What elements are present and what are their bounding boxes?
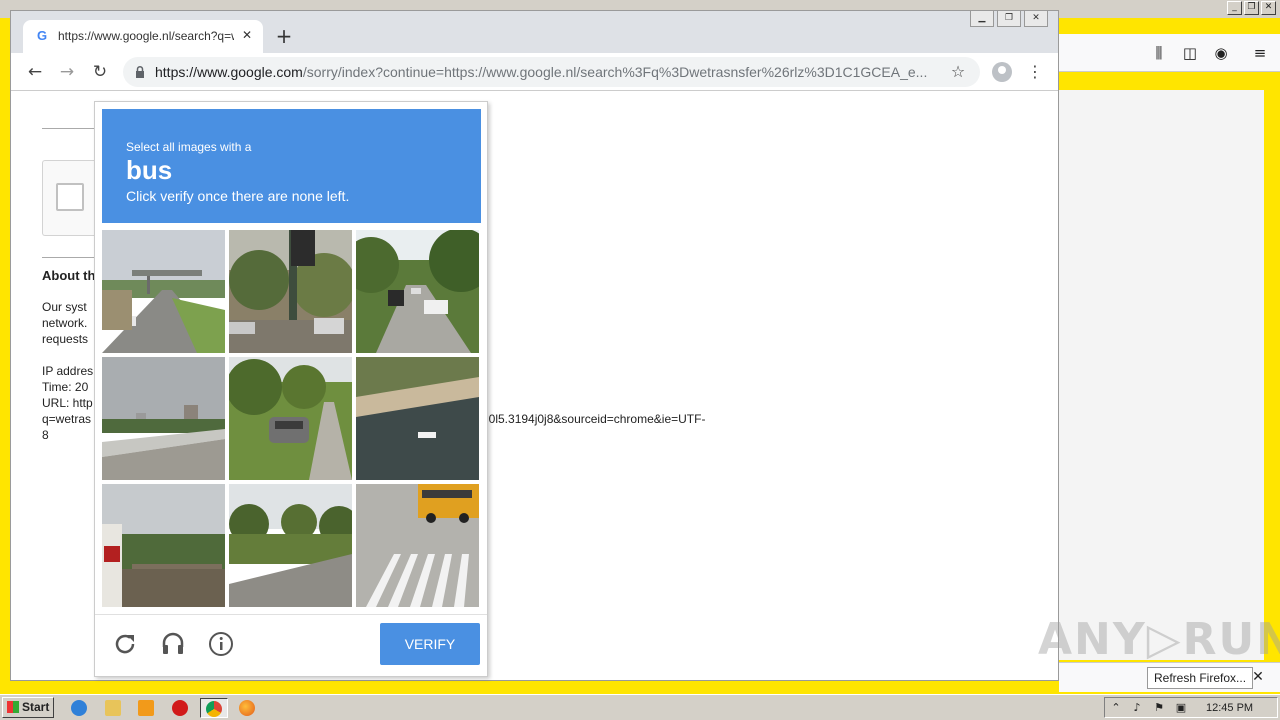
hamburger-menu-icon[interactable]: ≡ xyxy=(1250,43,1270,63)
url-host: https://www.google.com xyxy=(155,64,303,80)
lock-icon xyxy=(136,65,144,78)
new-tab-button[interactable]: + xyxy=(273,25,295,47)
restore-icon[interactable]: ❐ xyxy=(997,11,1021,27)
profile-avatar-icon[interactable] xyxy=(992,62,1012,82)
start-label: Start xyxy=(22,700,50,714)
minimize-icon[interactable]: _ xyxy=(1227,1,1242,15)
divider xyxy=(42,128,102,129)
explorer-icon[interactable] xyxy=(102,698,124,718)
challenge-select-text: Select all images with a xyxy=(126,140,252,154)
url-query-line: q=wetras xyxy=(42,412,92,426)
firefox-content xyxy=(1059,90,1264,660)
image-tile[interactable] xyxy=(356,484,479,607)
url-path: /sorry/index?continue=https://www.google… xyxy=(302,64,928,80)
clock: 12:45 PM xyxy=(1206,702,1254,714)
image-tile[interactable] xyxy=(229,484,352,607)
volume-icon[interactable]: ♪ xyxy=(1129,700,1145,716)
close-icon[interactable]: ✕ xyxy=(1261,1,1276,15)
recaptcha-challenge: Select all images with a bus Click verif… xyxy=(94,101,488,677)
recaptcha-widget xyxy=(42,160,102,236)
anyrun-watermark: ANY▷RUN xyxy=(1038,614,1280,665)
firefox-window-controls: _ ❐ ✕ xyxy=(1227,1,1276,15)
url-text: https://www.google.com/sorry/index?conti… xyxy=(155,64,935,80)
firefox-icon[interactable] xyxy=(236,698,258,718)
image-tile[interactable] xyxy=(356,357,479,480)
recaptcha-checkbox[interactable] xyxy=(56,183,84,211)
library-icon[interactable]: ⫼ xyxy=(1149,43,1169,63)
image-tile[interactable] xyxy=(356,230,479,353)
system-tray: ⌃ ♪ ⚑ ▣ 12:45 PM xyxy=(1104,697,1278,718)
browser-toolbar: ← → ↻ https://www.google.com/sorry/index… xyxy=(11,53,1058,91)
minimize-icon[interactable]: ▁ xyxy=(970,11,994,27)
extension-icon[interactable]: ◉ xyxy=(1211,43,1231,63)
back-arrow-icon[interactable]: ← xyxy=(24,61,46,83)
media-player-icon[interactable] xyxy=(135,698,157,718)
tab-title: https://www.google.nl/search?q=wetrasnsf… xyxy=(58,29,234,43)
challenge-instruction: Click verify once there are none left. xyxy=(126,188,350,204)
tray-expand-icon[interactable]: ⌃ xyxy=(1108,700,1124,716)
image-grid xyxy=(102,230,479,607)
reload-challenge-icon[interactable] xyxy=(112,631,138,657)
image-tile[interactable] xyxy=(102,357,225,480)
challenge-header: Select all images with a bus Click verif… xyxy=(102,109,481,223)
taskbar: Start ⌃ ♪ ⚑ ▣ 12:45 PM xyxy=(0,694,1280,720)
google-favicon-icon: G xyxy=(36,28,48,43)
close-icon[interactable]: ✕ xyxy=(1024,11,1048,27)
verify-button[interactable]: VERIFY xyxy=(380,623,480,665)
firefox-toolbar: ⫼ ◫ ◉ ≡ xyxy=(1059,34,1280,72)
address-bar[interactable]: https://www.google.com/sorry/index?conti… xyxy=(123,57,980,87)
divider xyxy=(95,614,487,615)
forward-arrow-icon[interactable]: → xyxy=(56,61,78,83)
body-line: requests xyxy=(42,332,89,346)
image-tile[interactable] xyxy=(229,357,352,480)
chrome-window-controls: ▁ ❐ ✕ xyxy=(970,11,1048,27)
divider xyxy=(42,257,102,258)
time-line: Time: 20 xyxy=(42,380,89,394)
about-heading: About th xyxy=(42,268,96,283)
image-tile[interactable] xyxy=(229,230,352,353)
image-tile[interactable] xyxy=(102,230,225,353)
body-line: Our syst xyxy=(42,300,87,314)
url-end-line: 8 xyxy=(42,428,49,442)
reload-icon[interactable]: ↻ xyxy=(89,61,111,83)
action-center-flag-icon[interactable]: ⚑ xyxy=(1151,700,1167,716)
tab-strip: G https://www.google.nl/search?q=wetrasn… xyxy=(11,11,1058,53)
kebab-menu-icon[interactable]: ⋮ xyxy=(1025,61,1045,83)
network-icon[interactable]: ▣ xyxy=(1173,700,1189,716)
ie-icon[interactable] xyxy=(68,698,90,718)
sidebar-icon[interactable]: ◫ xyxy=(1180,43,1200,63)
restore-icon[interactable]: ❐ xyxy=(1244,1,1259,15)
challenge-target-word: bus xyxy=(126,155,173,185)
notification-close-icon[interactable]: ✕ xyxy=(1248,667,1268,687)
tab-close-icon[interactable]: ✕ xyxy=(239,27,255,43)
opera-icon[interactable] xyxy=(169,698,191,718)
image-tile[interactable] xyxy=(102,484,225,607)
start-button[interactable]: Start xyxy=(2,697,54,718)
url-tail-text: j0l5.3194j0j8&sourceid=chrome&ie=UTF- xyxy=(486,412,706,426)
audio-challenge-icon[interactable] xyxy=(160,631,186,657)
chrome-icon[interactable] xyxy=(200,698,228,718)
url-line: URL: http xyxy=(42,396,93,410)
tab-google-search[interactable]: G https://www.google.nl/search?q=wetrasn… xyxy=(23,20,263,53)
body-line: network. xyxy=(42,316,88,330)
info-icon[interactable] xyxy=(208,631,234,657)
ip-line: IP addres xyxy=(42,364,94,378)
windows-logo-icon xyxy=(7,701,19,713)
bookmark-star-icon[interactable]: ☆ xyxy=(948,62,968,82)
